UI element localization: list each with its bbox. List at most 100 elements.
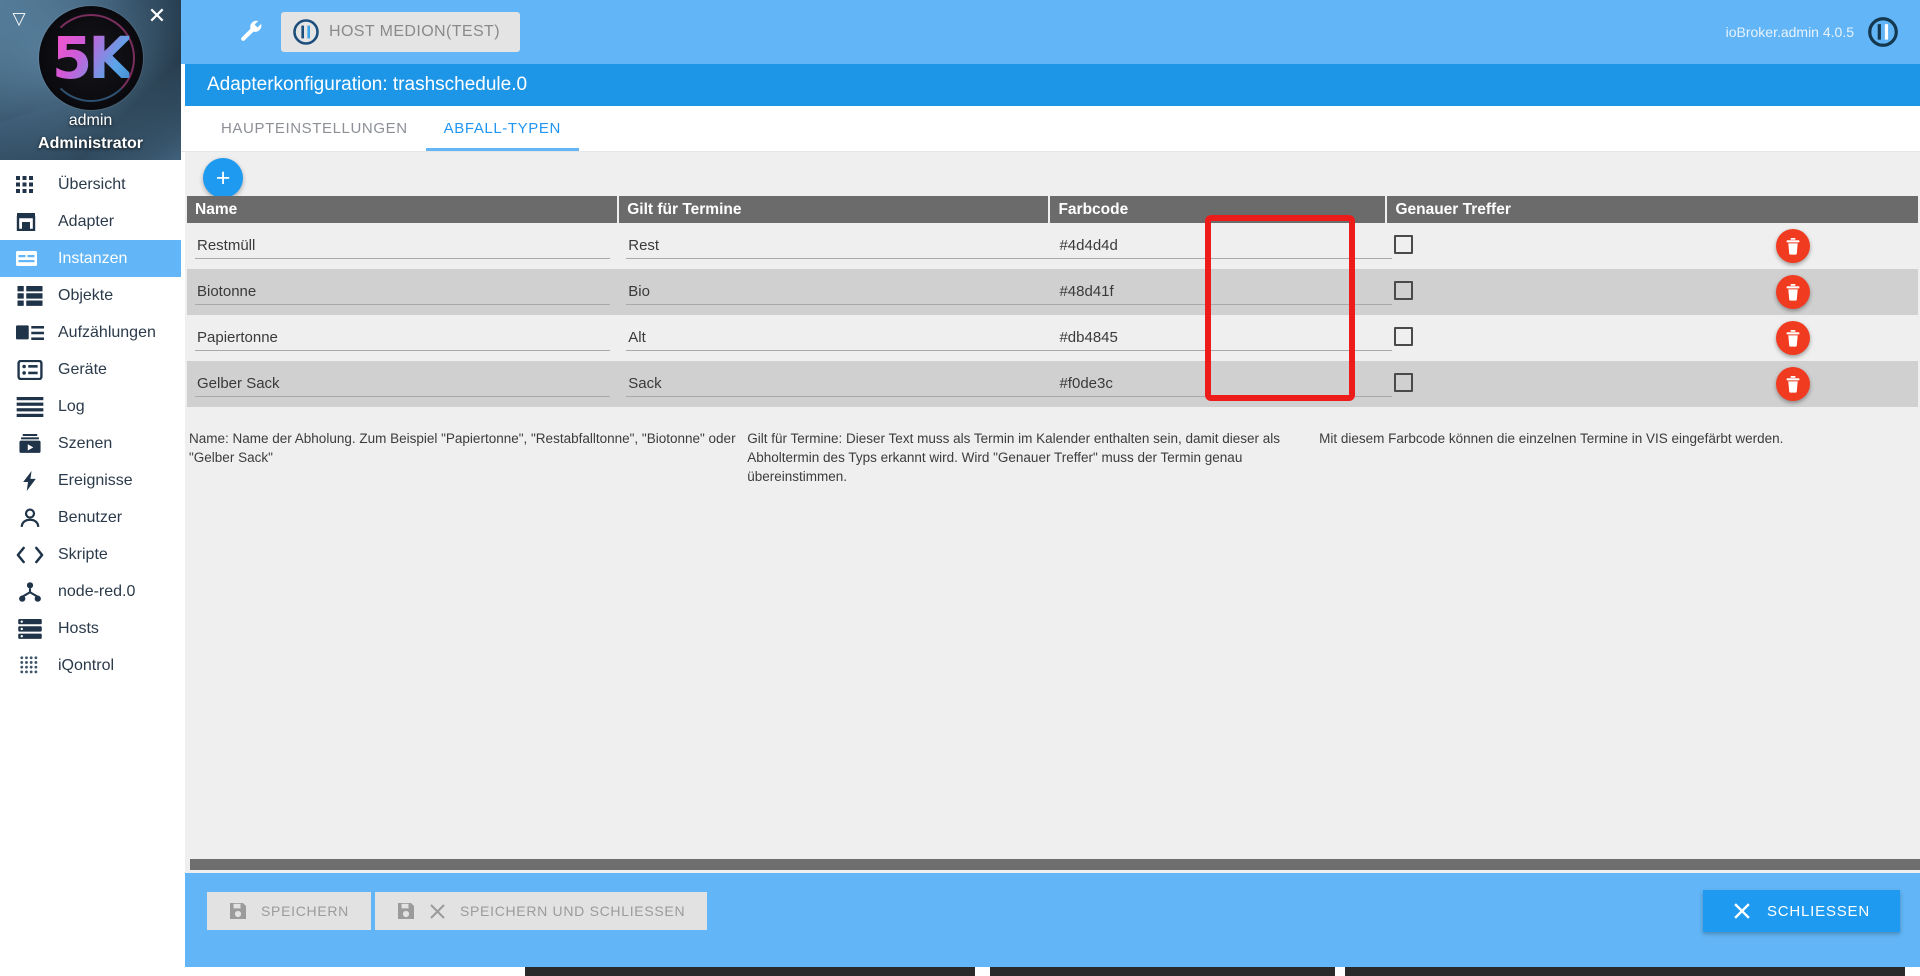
sidebar-item-node-red[interactable]: node-red.0 [0, 573, 181, 610]
sidebar-item-label: Adapter [58, 212, 115, 230]
name-input[interactable] [195, 325, 610, 351]
save-and-close-button[interactable]: SPEICHERN UND SCHLIESSEN [374, 892, 708, 930]
floppy-icon [230, 903, 246, 919]
sidebar-item-szenen[interactable]: Szenen [0, 425, 181, 462]
scenes-icon [19, 433, 41, 453]
save-button[interactable]: SPEICHERN [207, 892, 371, 930]
host-label: HOST MEDION(TEST) [329, 23, 500, 40]
cell-color [1049, 269, 1393, 315]
node-red-icon [19, 581, 41, 602]
sidebar-item-label: Aufzählungen [58, 323, 156, 341]
trash-types-table: Name Gilt für Termine Farbcode Genauer T… [187, 196, 1918, 407]
table-row [187, 223, 1918, 269]
floppy-icon [397, 903, 414, 919]
bottom-toolbar: SPEICHERN SPEICHERN UND SCHLIESSEN SCHLI… [185, 873, 1920, 976]
power-icon[interactable] [1868, 17, 1898, 47]
sidebar: ▽ ✕ 5K admin Administrator Übersicht Ada… [0, 0, 181, 976]
sidebar-item-instanzen[interactable]: Instanzen [0, 240, 181, 277]
sidebar-item-hosts[interactable]: Hosts [0, 610, 181, 647]
sidebar-item-adapter[interactable]: Adapter [0, 203, 181, 240]
hints-row: Name: Name der Abholung. Zum Beispiel "P… [185, 407, 1920, 486]
sidebar-item-skripte[interactable]: Skripte [0, 536, 181, 573]
exact-match-checkbox[interactable] [1394, 280, 1414, 300]
sidebar-item-benutzer[interactable]: Benutzer [0, 499, 181, 536]
cell-delete [1767, 269, 1918, 315]
horizontal-scrollbar[interactable] [189, 856, 1920, 873]
code-icon [16, 546, 44, 563]
scrollbar-thumb[interactable] [190, 859, 1920, 870]
column-header-term: Gilt für Termine [618, 196, 1051, 223]
name-input[interactable] [195, 279, 610, 305]
sidebar-item-aufzaehlungen[interactable]: Aufzählungen [0, 314, 181, 351]
term-input[interactable] [626, 279, 1107, 305]
trash-icon [1786, 237, 1799, 255]
cell-term [618, 223, 1107, 269]
collapse-triangle-icon[interactable]: ▽ [8, 8, 30, 30]
close-icon [430, 903, 445, 919]
host-selector[interactable]: HOST MEDION(TEST) [281, 12, 520, 52]
tab-abfall-typen[interactable]: ABFALL-TYPEN [425, 106, 580, 151]
log-lines-icon [16, 396, 44, 417]
sidebar-item-ereignisse[interactable]: Ereignisse [0, 462, 181, 499]
table-row [187, 361, 1918, 407]
name-input[interactable] [195, 233, 610, 259]
add-row-button[interactable]: + [203, 158, 243, 198]
cell-delete [1767, 361, 1918, 407]
user-name: admin [68, 112, 113, 129]
objects-icon [17, 285, 43, 306]
main-panel: HOST MEDION(TEST) ioBroker.admin 4.0.5 A… [181, 0, 1920, 976]
color-input[interactable] [1057, 371, 1393, 397]
page-title: Adapterkonfiguration: trashschedule.0 [185, 64, 1920, 106]
cell-name [187, 223, 619, 269]
table-header: Name Gilt für Termine Farbcode Genauer T… [187, 196, 1918, 223]
sidebar-item-objekte[interactable]: Objekte [0, 277, 181, 314]
term-input[interactable] [626, 371, 1107, 397]
color-input[interactable] [1057, 279, 1393, 305]
wrench-icon[interactable] [235, 15, 269, 49]
hint-name: Name: Name der Abholung. Zum Beispiel "P… [189, 431, 736, 466]
cell-exact [1386, 269, 1768, 315]
iobroker-admin-window: ▽ ✕ 5K admin Administrator Übersicht Ada… [0, 0, 1920, 976]
cell-exact [1386, 315, 1768, 361]
column-header-exact: Genauer Treffer [1386, 196, 1918, 223]
exact-match-checkbox[interactable] [1394, 234, 1414, 254]
sidebar-item-label: Objekte [58, 286, 114, 304]
sidebar-header: ▽ ✕ 5K admin Administrator [0, 0, 181, 160]
sidebar-item-geraete[interactable]: Geräte [0, 351, 181, 388]
cell-delete [1767, 223, 1918, 269]
sidebar-item-uebersicht[interactable]: Übersicht [0, 166, 181, 203]
devices-icon [17, 359, 43, 380]
column-header-name: Name [187, 196, 620, 223]
sidebar-item-label: Ereignisse [58, 471, 133, 489]
delete-row-button[interactable] [1775, 321, 1810, 355]
close-button[interactable]: SCHLIESSEN [1702, 890, 1900, 932]
color-input[interactable] [1057, 325, 1393, 351]
sidebar-item-iqontrol[interactable]: iQontrol [0, 647, 181, 684]
grid-icon [16, 175, 44, 195]
delete-row-button[interactable] [1775, 275, 1810, 309]
exact-match-checkbox[interactable] [1394, 372, 1414, 392]
sidebar-item-label: Log [58, 397, 85, 415]
table-row [187, 269, 1918, 315]
save-button-label: SPEICHERN [261, 903, 349, 919]
sidebar-item-log[interactable]: Log [0, 388, 181, 425]
dots-grid-icon [20, 655, 38, 673]
table-body [187, 223, 1918, 407]
term-input[interactable] [626, 325, 1107, 351]
sidebar-menu: Übersicht Adapter Instanzen Objekte Aufz… [0, 160, 181, 684]
cell-exact [1386, 223, 1768, 269]
term-input[interactable] [626, 233, 1107, 259]
delete-row-button[interactable] [1775, 229, 1810, 263]
close-icon[interactable]: ✕ [145, 4, 169, 28]
cell-name [187, 315, 619, 361]
tab-haupteinstellungen[interactable]: HAUPTEINSTELLUNGEN [203, 106, 426, 151]
hint-color: Mit diesem Farbcode können die einzelnen… [1319, 431, 1784, 446]
exact-match-checkbox[interactable] [1394, 326, 1414, 346]
delete-row-button[interactable] [1775, 367, 1810, 401]
color-input[interactable] [1057, 233, 1393, 259]
hint-term: Gilt für Termine: Dieser Text muss als T… [747, 431, 1280, 485]
top-toolbar: HOST MEDION(TEST) ioBroker.admin 4.0.5 [181, 0, 1920, 64]
name-input[interactable] [195, 371, 610, 397]
server-icon [18, 618, 42, 639]
trash-icon [1786, 329, 1799, 347]
